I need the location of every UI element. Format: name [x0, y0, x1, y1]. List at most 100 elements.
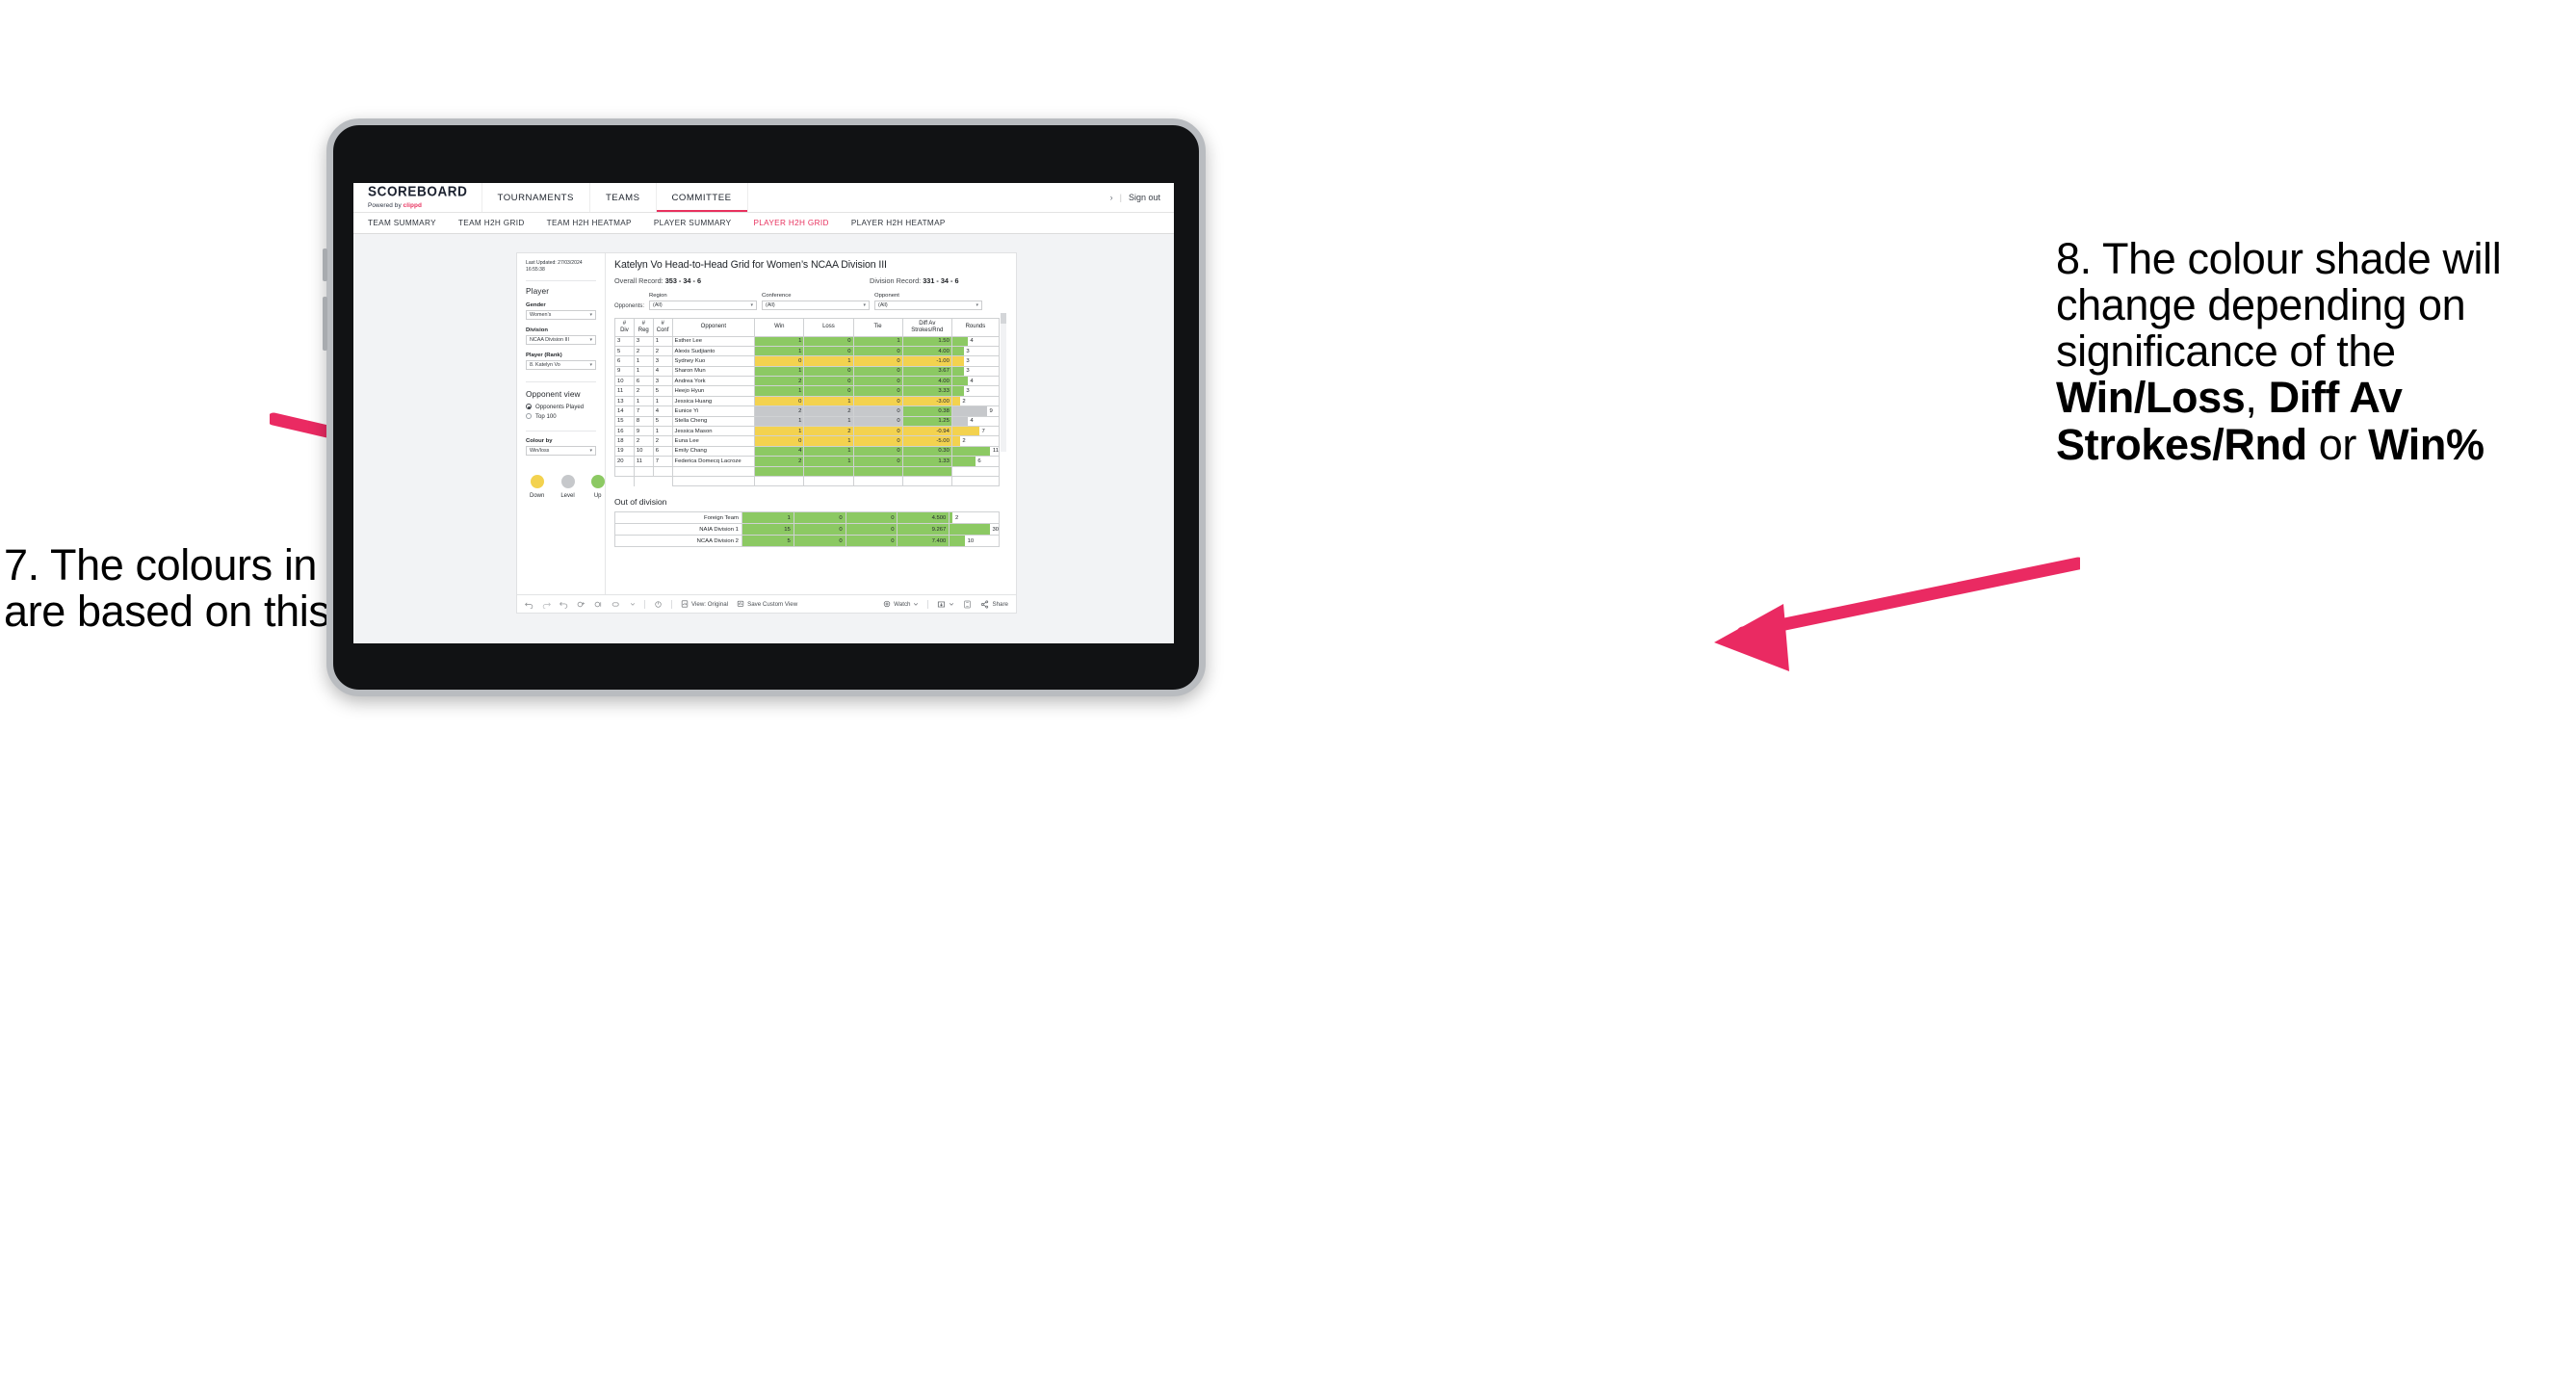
legend-label-down: Down	[530, 492, 545, 499]
cell-loss: 1	[803, 355, 854, 367]
save-custom-view-button[interactable]: Save Custom View	[737, 600, 797, 608]
rounds-bar-fill	[951, 436, 960, 446]
h2h-grid-body: 3 3 1 Esther Lee 1 0 1 1.50 4 5 2 2 Alexis Sudjianto…	[614, 335, 1001, 487]
divider	[526, 380, 596, 382]
fullscreen-icon[interactable]	[963, 600, 972, 609]
cell-win: 2	[754, 456, 805, 467]
filter-region-select[interactable]: (All) ▾	[649, 300, 758, 310]
filter-pane: Last Updated: 27/03/2024 16:55:38 Player…	[517, 253, 606, 594]
sign-out-link[interactable]: Sign out	[1129, 193, 1160, 202]
table-row[interactable]: 6 1 3 Sydney Kuo 0 1 0 -1.00 3	[614, 355, 1001, 367]
chevron-down-icon: ▾	[750, 301, 754, 308]
table-row[interactable]: 15 8 5 Stella Cheng 1 1 0 1.25 4	[614, 415, 1001, 428]
cell-diff: 3.33	[901, 385, 952, 397]
th-rounds[interactable]: Rounds	[950, 317, 1001, 337]
radio-opponents-played-label: Opponents Played	[535, 403, 585, 410]
th-div[interactable]: # Div	[614, 317, 635, 337]
rounds-value: 6	[977, 458, 981, 464]
tablet-screen: SCOREBOARD Powered by clippd TOURNAMENTS…	[353, 183, 1174, 643]
out-of-division-title: Out of division	[614, 497, 667, 508]
filter-colour-by-select[interactable]: Win/loss ▾	[526, 445, 596, 456]
app-logo[interactable]: SCOREBOARD Powered by clippd	[353, 183, 482, 212]
th-tie[interactable]: Tie	[852, 317, 903, 337]
ood-row[interactable]: Foreign Team 1 0 0 4.500 2	[614, 511, 1000, 525]
scrollbar-thumb[interactable]	[1001, 313, 1006, 324]
rounds-bar-fill	[951, 377, 968, 386]
cell-conf: 3	[652, 355, 673, 367]
cell-ood-diff: 4.500	[897, 511, 950, 525]
rounds-bar-fill	[951, 446, 991, 457]
table-row[interactable]: 9 1 4 Sharon Mun 1 0 0 3.67 3	[614, 365, 1001, 378]
filter-gender-select[interactable]: Women’s ▾	[526, 309, 596, 320]
undo-icon[interactable]	[525, 600, 533, 609]
share-button[interactable]: Share	[980, 600, 1008, 609]
rounds-bar: 3	[951, 346, 999, 356]
nav-item-teams[interactable]: TEAMS	[590, 183, 657, 212]
table-row[interactable]: 5 2 2 Alexis Sudjianto 1 0 0 4.00 3	[614, 345, 1001, 357]
watch-button[interactable]: Watch	[883, 600, 919, 608]
annotation-8-part-5: Win%	[2368, 419, 2485, 469]
nav-item-committee[interactable]: COMMITTEE	[656, 183, 748, 212]
filter-opponent-select[interactable]: (All) ▾	[874, 300, 983, 310]
table-row[interactable]: 18 2 2 Euna Lee 0 1 0 -5.00 2	[614, 435, 1001, 447]
cell-opponent: Federica Domecq Lacroze	[671, 456, 756, 467]
refresh-icon[interactable]	[577, 600, 585, 609]
table-row[interactable]: 14 7 4 Eunice Yi 2 2 0 0.38 9	[614, 405, 1001, 417]
radio-top-100[interactable]: Top 100	[526, 413, 596, 420]
th-opponent[interactable]: Opponent	[671, 317, 756, 337]
subnav-player-h2h-grid[interactable]: PLAYER H2H GRID	[753, 219, 828, 227]
ood-row[interactable]: NCAA Division 2 5 0 0 7.400 10	[614, 535, 1000, 548]
radio-icon	[526, 413, 532, 420]
th-reg[interactable]: # Reg	[633, 317, 654, 337]
subnav-player-summary[interactable]: PLAYER SUMMARY	[654, 219, 732, 227]
download-button[interactable]	[937, 600, 954, 609]
cell-rounds: 2	[950, 395, 1001, 407]
subnav-player-h2h-heatmap[interactable]: PLAYER H2H HEATMAP	[851, 219, 946, 227]
ood-row[interactable]: NAIA Division 1 15 0 0 9.267 30	[614, 523, 1000, 536]
table-row[interactable]: 19 10 6 Emily Chang 4 1 0 0.30 11	[614, 445, 1001, 458]
pause-icon[interactable]	[594, 600, 603, 609]
table-row[interactable]: 16 9 1 Jessica Mason 1 2 0 -0.94 7	[614, 425, 1001, 437]
opponent-view-heading: Opponent view	[526, 388, 581, 399]
table-row[interactable]: 11 2 5 Heejo Hyun 1 0 0 3.33 3	[614, 385, 1001, 397]
rounds-value: 9	[989, 407, 993, 414]
rounds-bar-fill	[950, 524, 990, 536]
overall-record-value: 353 - 34 - 6	[664, 276, 702, 285]
cell-opponent: Jessica Huang	[671, 395, 756, 407]
view-icon	[681, 600, 689, 608]
subnav-team-h2h-grid[interactable]: TEAM H2H GRID	[458, 219, 525, 227]
radio-opponents-played[interactable]: Opponents Played	[526, 404, 596, 410]
dashboard-canvas: Last Updated: 27/03/2024 16:55:38 Player…	[353, 234, 1174, 643]
cell-div: 13	[614, 395, 635, 407]
revert-icon[interactable]	[559, 600, 568, 609]
cell-reg: 10	[633, 445, 654, 458]
table-row[interactable]: 20 11 7 Federica Domecq Lacroze 2 1 0 1.33 6	[614, 456, 1001, 467]
table-row[interactable]: 13 1 1 Jessica Huang 0 1 0 -3.00 2	[614, 395, 1001, 407]
filter-player-rank-select[interactable]: 8. Katelyn Vo ▾	[526, 359, 596, 370]
highlight-icon[interactable]	[611, 600, 621, 609]
view-original-button[interactable]: View: Original	[681, 600, 728, 608]
table-row[interactable]: 3 3 1 Esther Lee 1 0 1 1.50 4	[614, 335, 1001, 347]
cell-ood-loss: 0	[793, 523, 846, 536]
subnav-team-summary[interactable]: TEAM SUMMARY	[368, 219, 436, 227]
cell-conf: 7	[652, 456, 673, 467]
subnav-team-h2h-heatmap[interactable]: TEAM H2H HEATMAP	[547, 219, 632, 227]
caret-down-icon[interactable]	[630, 601, 636, 607]
chevron-down-icon: ▾	[976, 301, 979, 308]
th-diff[interactable]: Diff Av Strokes/Rnd	[901, 317, 952, 337]
table-scrollbar[interactable]	[1001, 313, 1006, 452]
redo-icon[interactable]	[542, 600, 551, 609]
th-conf[interactable]: # Conf	[652, 317, 673, 337]
clear-icon[interactable]	[654, 600, 663, 609]
nav-item-tournaments[interactable]: TOURNAMENTS	[482, 183, 590, 212]
chevron-right-icon[interactable]: ›	[1110, 193, 1113, 202]
th-win[interactable]: Win	[754, 317, 805, 337]
record-row: Overall Record: 353 - 34 - 6 Division Re…	[614, 276, 1006, 285]
cell-diff: -0.94	[901, 425, 952, 437]
filter-conference-select[interactable]: (All) ▾	[762, 300, 871, 310]
cell-win: 4	[754, 445, 805, 458]
table-row[interactable]: 10 6 3 Andrea York 2 0 0 4.00 4	[614, 376, 1001, 387]
filter-division-select[interactable]: NCAA Division III ▾	[526, 334, 596, 345]
th-loss[interactable]: Loss	[803, 317, 854, 337]
rounds-bar: 3	[951, 386, 999, 396]
